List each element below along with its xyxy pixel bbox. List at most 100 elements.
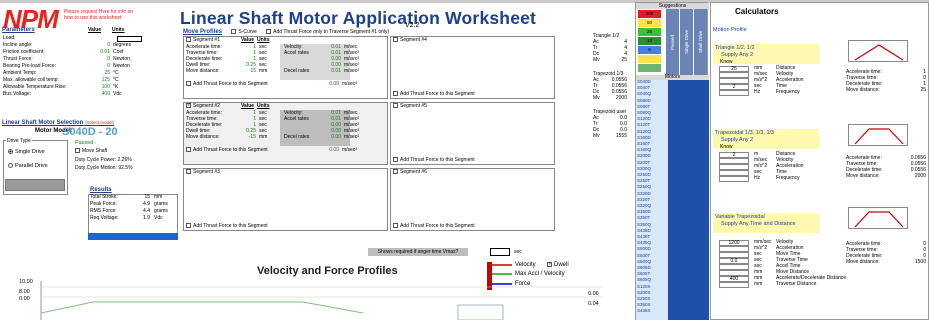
add-thrust-segment-checkbox[interactable]: Add Thrust Force to this Segment [393, 223, 475, 230]
motor-list-item[interactable]: S120Q [637, 129, 667, 135]
parameter-value-input[interactable]: 25 [88, 70, 110, 76]
motor-list-item[interactable]: S040T [637, 86, 667, 91]
legend-dwell[interactable]: Dwell [547, 261, 569, 268]
calc-input[interactable] [719, 270, 749, 276]
segment-header[interactable]: Segment #6 [391, 169, 554, 176]
motor-list-item[interactable]: S250T [637, 179, 667, 184]
calc-input-label: Frequency [776, 89, 800, 95]
scurve-checkbox[interactable]: S-Curve [231, 29, 257, 35]
motor-list-item[interactable]: S435T [637, 234, 667, 240]
motor-list-item[interactable]: S040Q [637, 92, 667, 97]
motor-list-item[interactable]: S435Q [637, 241, 667, 246]
load-input[interactable] [117, 36, 142, 42]
calc-input[interactable] [719, 282, 749, 288]
add-thrust-segment-label: Add Thrust Force to this Segment [193, 223, 268, 229]
motor-list-item[interactable]: S120T [637, 123, 667, 128]
motor-list-item[interactable]: S120D [637, 117, 667, 122]
motor-list-item[interactable]: S320T [637, 197, 667, 203]
segment-row-value-input[interactable]: 15 [241, 68, 256, 74]
suggestion-color-swatch [638, 64, 661, 72]
motor-list-item[interactable]: S200D [637, 154, 667, 159]
calc-input[interactable] [719, 78, 749, 84]
parameter-value-input[interactable]: 0.01 [88, 49, 110, 55]
single-drive-radio[interactable]: Single Drive [8, 149, 45, 155]
calc-input[interactable] [719, 252, 749, 258]
checkbox-icon [231, 29, 237, 35]
calc-heading: Trapezoidal 1/3, 1/3, 1/3 [715, 130, 775, 136]
motor-list-item[interactable]: S500D [637, 247, 667, 252]
add-thrust-segment-checkbox[interactable]: Add Thrust Force to this Segment [186, 81, 268, 88]
parameter-value-input[interactable]: 125 [88, 77, 110, 83]
calc-input[interactable]: 0.0 [719, 258, 749, 264]
move-shaft-checkbox[interactable]: Move Shaft [75, 148, 107, 154]
add-thrust-segment-checkbox[interactable]: Add Thrust Force to this Segment [186, 223, 268, 230]
add-thrust-segment-checkbox[interactable]: Add Thrust Force to this Segment [393, 91, 475, 98]
calc-input[interactable] [719, 158, 749, 164]
motor-list-item[interactable]: S080D [637, 98, 667, 104]
motor-list-item[interactable]: S120X [637, 284, 667, 290]
parameter-label: Thrust Force: [3, 56, 33, 62]
add-thrust-segment-checkbox[interactable]: Add Thrust Force to this Segment [393, 157, 475, 164]
calc-input[interactable]: 25 [719, 66, 749, 72]
motor-list-item[interactable]: S080Q [637, 110, 667, 116]
motor-list-item[interactable]: S250Q [637, 185, 667, 190]
motor-list-item[interactable]: S200Q [637, 166, 667, 172]
add-thrust-segment-checkbox[interactable]: Add Thrust Force to this Segment [186, 147, 268, 154]
motor-list-item[interactable]: S605Q [637, 278, 667, 283]
calc-input[interactable]: 2 [719, 152, 749, 158]
motor-list-item[interactable]: S435X [637, 309, 667, 314]
vmax-input[interactable] [490, 248, 510, 256]
calc-input[interactable] [719, 246, 749, 252]
motor-list-item[interactable]: S250D [637, 172, 667, 178]
motor-list-item[interactable]: S160D [637, 135, 667, 141]
parameter-unit: degrees [113, 42, 132, 48]
segment-row-value-input[interactable]: -15 [241, 134, 256, 140]
motor-list-item[interactable]: S350X [637, 303, 667, 308]
motor-list-item[interactable]: S350Q [637, 222, 667, 228]
motor-list-item[interactable]: S435D [637, 228, 667, 234]
calc-input[interactable] [719, 90, 749, 96]
calc-input[interactable] [719, 164, 749, 170]
calc-input[interactable]: 1200 [719, 240, 749, 246]
calc-input[interactable] [719, 170, 749, 176]
motor-list-item[interactable]: S605D [637, 265, 667, 271]
motor-list-item[interactable]: S200X [637, 290, 667, 296]
segment-header[interactable]: Segment #3 [184, 169, 387, 176]
motor-list-item[interactable]: S500T [637, 253, 667, 259]
motor-list-item[interactable]: S250X [637, 296, 667, 302]
motor-list-item[interactable]: S080T [637, 104, 667, 110]
parameter-value-input[interactable]: 400 [88, 91, 110, 97]
checkbox-icon [393, 103, 398, 109]
motor-list-item[interactable]: S605T [637, 272, 667, 277]
segment-header[interactable]: Segment #2 ValueUnits [184, 102, 387, 110]
motor-list-item[interactable]: S200T [637, 160, 667, 166]
segment-units-header: Units [257, 103, 270, 109]
checkbox-icon [186, 37, 191, 43]
y-tick: 0.00 [19, 296, 30, 302]
parameter-unit: Newton [113, 63, 130, 69]
motor-model-select[interactable]: S040D - 20 [62, 126, 118, 138]
motor-list-item[interactable]: S350D [637, 210, 667, 215]
segment-header[interactable]: Segment #1 Value Units [184, 37, 387, 44]
motor-list-item[interactable]: S350T [637, 216, 667, 221]
calc-input[interactable]: 2 [719, 84, 749, 90]
motor-list-item[interactable]: S500Q [637, 259, 667, 265]
calc-input[interactable] [719, 72, 749, 78]
motor-list-item[interactable]: S040D [637, 79, 667, 85]
motor-list-item[interactable]: S320Q [637, 203, 667, 209]
motor-list-item[interactable]: S160Q [637, 148, 667, 153]
segment-header[interactable]: Segment #4 [391, 37, 554, 44]
calc-input[interactable] [719, 176, 749, 182]
parameter-value-input[interactable]: 0 [88, 56, 110, 62]
parallel-drive-radio[interactable]: Parallel Drive [8, 163, 48, 169]
calc-input[interactable] [719, 264, 749, 270]
parameter-value-input[interactable]: 0 [88, 63, 110, 69]
segment-name: Segment #5 [400, 103, 427, 109]
add-thrust-checkbox[interactable]: Add Thrust Force only to Traverse Segmen… [266, 29, 389, 35]
motor-list-item[interactable]: S160T [637, 141, 667, 147]
motor-list-item[interactable]: S320D [637, 191, 667, 197]
segment-header[interactable]: Segment #5 [391, 103, 554, 110]
parameter-value-input[interactable]: 0 [88, 42, 110, 48]
calc-input[interactable]: 400 [719, 276, 749, 282]
parameter-value-input[interactable]: 100 [88, 84, 110, 90]
